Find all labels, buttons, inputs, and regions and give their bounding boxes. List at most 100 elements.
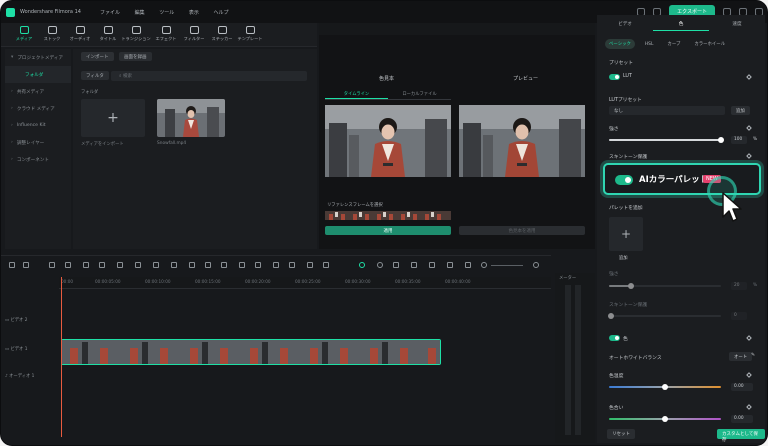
sidebar-item-influence-kit[interactable]: › Influence Kit <box>5 117 71 134</box>
temperature-slider[interactable] <box>609 384 721 390</box>
menu-view[interactable]: 表示 <box>189 10 199 16</box>
palette-skin-slider[interactable] <box>608 313 721 319</box>
sidebar-item-project-media[interactable]: ▾ プロジェクトメディア <box>5 49 71 66</box>
video-clip[interactable] <box>61 339 441 365</box>
playhead[interactable] <box>61 277 62 437</box>
color-icon[interactable] <box>171 262 177 268</box>
clip-thumbnail[interactable] <box>157 99 225 137</box>
sticker-icon[interactable] <box>323 262 329 268</box>
zoom-icon[interactable] <box>153 262 159 268</box>
tint-value[interactable]: 0.00 <box>731 415 753 423</box>
speed-icon[interactable] <box>205 262 211 268</box>
tab-timeline[interactable]: タイムライン <box>325 91 388 99</box>
tab-color[interactable]: 色 <box>653 21 709 31</box>
group-icon[interactable] <box>255 262 261 268</box>
sidebar-item-shared-media[interactable]: › 共有メディア <box>5 83 71 100</box>
tint-slider[interactable] <box>609 416 721 422</box>
zoom-slider[interactable] <box>491 265 523 266</box>
redo-icon[interactable] <box>65 262 71 268</box>
lut-toggle[interactable] <box>609 74 620 80</box>
zoom-out-icon[interactable] <box>481 262 487 268</box>
audio-icon[interactable] <box>189 262 195 268</box>
keyframe-icon[interactable] <box>746 404 752 410</box>
transform-icon[interactable] <box>273 262 279 268</box>
delete-icon[interactable] <box>83 262 89 268</box>
filter-button[interactable]: フィルタ <box>81 71 109 80</box>
mask-icon[interactable] <box>239 262 245 268</box>
strength-value[interactable]: 100 <box>731 136 747 144</box>
crop-icon[interactable] <box>117 262 123 268</box>
slider-knob[interactable] <box>628 283 635 289</box>
ai-tool-icon[interactable] <box>359 262 365 268</box>
tool-effects[interactable]: エフェクト <box>151 26 181 42</box>
sidebar-item-folder[interactable]: フォルダ <box>5 66 71 83</box>
lut-preset-select[interactable]: なし <box>609 106 725 115</box>
subtab-color-wheel[interactable]: カラーホイール <box>690 39 729 49</box>
sidebar-item-adjustment-layer[interactable]: › 調整レイヤー <box>5 134 71 151</box>
menu-help[interactable]: ヘルプ <box>213 10 228 16</box>
tab-video[interactable]: ビデオ <box>597 21 653 31</box>
marker-icon[interactable] <box>393 262 399 268</box>
temperature-value[interactable]: 0.00 <box>731 383 753 391</box>
microphone-icon[interactable] <box>411 262 417 268</box>
timeline-ruler[interactable]: 00:00 00:00:05:00 00:00:10:00 00:00:15:0… <box>59 277 551 289</box>
import-media-tile[interactable]: + <box>81 99 145 137</box>
tool-filters[interactable]: フィルター <box>179 26 209 42</box>
sidebar-item-components[interactable]: › コンポーネント <box>5 151 71 168</box>
music-icon[interactable] <box>447 262 453 268</box>
freeze-icon[interactable] <box>289 262 295 268</box>
add-palette-tile[interactable]: + <box>609 217 643 251</box>
menu-tools[interactable]: ツール <box>159 10 174 16</box>
keyframe-icon[interactable] <box>746 125 752 131</box>
subtab-hsl[interactable]: HSL <box>641 40 658 49</box>
frame-filmstrip[interactable] <box>325 211 451 220</box>
tool-templates[interactable]: テンプレート <box>235 26 265 42</box>
slider-knob[interactable] <box>608 313 614 319</box>
tool-audio[interactable]: オーディオ <box>65 26 95 42</box>
lut-add-button[interactable]: 追加 <box>731 106 750 115</box>
tool-transitions[interactable]: トランジション <box>121 26 151 42</box>
reset-button[interactable]: リセット <box>607 429 635 439</box>
keyframe-icon[interactable] <box>746 74 752 80</box>
menu-edit[interactable]: 編集 <box>135 10 145 16</box>
stabilize-icon[interactable] <box>221 262 227 268</box>
slider-knob[interactable] <box>662 416 668 422</box>
import-button[interactable]: インポート <box>81 52 114 61</box>
eyedropper-icon[interactable]: ✎ <box>751 353 755 358</box>
color-toggle[interactable] <box>609 335 620 341</box>
tool-stock[interactable]: ストック <box>37 26 67 42</box>
auto-wb-button[interactable]: オート <box>729 352 753 361</box>
subtab-basic[interactable]: ベーシック <box>605 39 635 49</box>
text-icon[interactable] <box>135 262 141 268</box>
palette-strength-value[interactable]: 20 <box>731 282 747 290</box>
tool-media[interactable]: メディア <box>9 26 39 42</box>
apply-button[interactable]: 適用 <box>325 226 451 235</box>
record-screen-button[interactable]: 画面を録画 <box>119 52 152 61</box>
keyframe-icon[interactable] <box>746 153 752 159</box>
snapshot-icon[interactable] <box>429 262 435 268</box>
palette-skin-value[interactable]: 0 <box>731 312 747 320</box>
slider-knob[interactable] <box>718 137 724 143</box>
record-icon[interactable] <box>377 262 383 268</box>
keyframe-icon[interactable] <box>746 372 752 378</box>
zoom-in-icon[interactable] <box>533 262 539 268</box>
grid-icon[interactable] <box>9 262 15 268</box>
sidebar-item-cloud-media[interactable]: › クラウド メディア <box>5 100 71 117</box>
detach-icon[interactable] <box>307 262 313 268</box>
keyframe-icon[interactable] <box>746 335 752 341</box>
tab-local-file[interactable]: ローカルファイル <box>388 91 451 99</box>
ai-color-palette-toggle[interactable] <box>615 175 633 185</box>
tool-titles[interactable]: タイトル <box>93 26 123 42</box>
menu-file[interactable]: ファイル <box>100 10 120 16</box>
apply-swatch-button[interactable]: 色見本を適用 <box>459 226 585 235</box>
split-icon[interactable] <box>99 262 105 268</box>
subtab-curves[interactable]: カーブ <box>663 39 684 49</box>
slider-knob[interactable] <box>662 384 668 390</box>
tool-stickers[interactable]: ステッカー <box>207 26 237 42</box>
save-custom-button[interactable]: カスタムとして保存 <box>717 429 765 443</box>
pip-icon[interactable] <box>465 262 471 268</box>
search-input[interactable]: ⌕ 検索 <box>111 71 307 81</box>
layout-icon[interactable] <box>23 262 29 268</box>
tab-speed[interactable]: 速度 <box>709 21 765 31</box>
strength-slider[interactable] <box>609 137 724 143</box>
